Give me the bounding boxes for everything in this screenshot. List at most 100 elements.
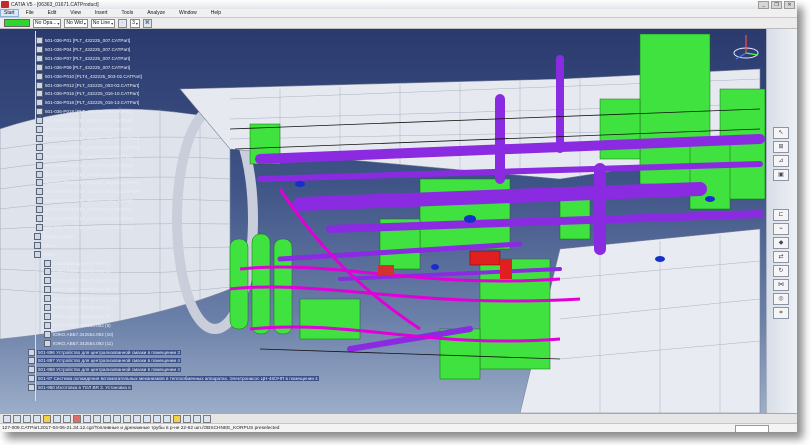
tree-node[interactable]: 501-036-P018 [PLT_432225_016.CATPart] xyxy=(36,108,133,116)
tree-node[interactable]: 501-97 Система охлаждения вспомогательны… xyxy=(28,375,319,383)
pan-icon[interactable] xyxy=(123,414,131,423)
swap-space-icon[interactable] xyxy=(203,414,211,423)
valve-icon[interactable]: ⋈ xyxy=(773,279,789,291)
tree-node[interactable]: 501-036-P019 [PLT_432225_016.CATPart] xyxy=(36,117,133,125)
render-style-icon[interactable] xyxy=(183,414,191,423)
part-node-icon xyxy=(44,286,51,294)
pipe-icon[interactable]: ⊏ xyxy=(773,209,789,221)
maximize-button[interactable]: ❐ xyxy=(771,1,782,9)
tree-node[interactable]: 501-036-P020 [PLT_432225_016.CATPart] xyxy=(36,126,133,133)
tree-node[interactable]: 501-036-P030 [PLT_432225_016.CATPart] xyxy=(36,215,133,222)
save-icon[interactable] xyxy=(23,414,31,423)
tree-node[interactable]: Notes xyxy=(34,250,55,258)
tree-node[interactable]: ЮЖО.АВБ7.342554.092 (10) xyxy=(44,330,113,338)
menu-tools[interactable]: Tools xyxy=(115,10,141,16)
tree-node[interactable]: 501-036-P029 [PLT_432225_016.CATPart] xyxy=(36,206,133,214)
compass-icon[interactable] xyxy=(731,33,761,63)
connect-icon[interactable]: ⇄ xyxy=(773,251,789,263)
views-icon[interactable] xyxy=(173,414,181,423)
open-icon[interactable] xyxy=(13,414,21,423)
menu-edit[interactable]: Edit xyxy=(41,10,64,16)
flow-icon[interactable]: ↻ xyxy=(773,265,789,277)
tree-node[interactable]: 501-036-P022 [PLT_432225_003-03.CATPart] xyxy=(36,143,139,151)
tree-node[interactable]: Views xyxy=(34,241,55,249)
fit-all-icon[interactable] xyxy=(113,414,121,423)
line-width-combo[interactable]: No Wid ▾ xyxy=(64,18,88,28)
tree-node[interactable]: ЮЖО.АВБ7.348035.081 (7) xyxy=(44,304,111,311)
tree-node[interactable]: 501-036-P027 [PLT_432225_003-03.CATPart] xyxy=(36,188,139,196)
tree-node[interactable]: 501-036-P025 [PLT_432225_016.CATPart] xyxy=(36,170,133,178)
close-button[interactable]: ✕ xyxy=(784,1,795,9)
painter-icon[interactable]: ⌘ xyxy=(142,18,152,28)
zoom-out-icon[interactable] xyxy=(153,414,161,423)
measure-icon[interactable]: ⊿ xyxy=(773,155,789,167)
tree-node[interactable]: ЮЖО.АВБ7.342554.092 (9) xyxy=(44,321,111,329)
whats-this-icon[interactable] xyxy=(93,414,101,423)
hide-show-icon[interactable] xyxy=(193,414,201,423)
tree-node[interactable]: 501-036-P04 [PLT_432225_007.CATPart] xyxy=(36,45,130,53)
fill-color-swatch[interactable] xyxy=(4,19,30,27)
tree-node[interactable]: 501-036-P015 [PLT_432225_016-10.CATPart] xyxy=(36,90,139,98)
tree-node[interactable]: Документация xyxy=(34,232,74,240)
point-symbol-icon[interactable]: · xyxy=(118,18,128,28)
part-node-icon xyxy=(36,90,43,98)
cut-icon[interactable] xyxy=(43,414,51,423)
tree-node[interactable]: 501-036-P024 [PLT_432225_016.CATPart] xyxy=(36,161,133,169)
tree-node[interactable]: 501-960 Изготовка в ТЕЛ ВЯ З. Установка … xyxy=(28,384,132,392)
tree-node[interactable]: ЮЖО.АВБ7.342554.092 (8) xyxy=(44,312,111,320)
line-type-combo[interactable]: No Line ▾ xyxy=(90,18,116,28)
minimize-button[interactable]: _ xyxy=(758,1,769,9)
tree-node[interactable]: 501-036-P016 [PLT_432225_016-13.CATPart] xyxy=(36,99,139,107)
tree-node[interactable]: ЮЖО.АВБ7.342554.092 (11) xyxy=(44,339,113,347)
menu-help[interactable]: Help xyxy=(204,10,228,16)
part-icon[interactable]: ◆ xyxy=(773,237,789,249)
tree-node[interactable]: 501-959 Устройство для централизованной … xyxy=(28,366,181,374)
tree-node[interactable]: Спецификация 501-959 (2) xyxy=(44,259,111,267)
section-icon[interactable]: ▣ xyxy=(773,169,789,181)
tree-node[interactable]: 501-896 Устройство для централизованной … xyxy=(28,348,181,356)
tree-node[interactable]: ЮЖО.АВБ7.348035.081 МЧ (6) xyxy=(44,295,119,303)
print-icon[interactable] xyxy=(33,414,41,423)
new-icon[interactable] xyxy=(3,414,11,423)
part-node-icon xyxy=(36,126,43,133)
layer-combo[interactable]: 3 ▾ xyxy=(130,18,140,28)
fly-icon[interactable] xyxy=(103,414,111,423)
snap-icon[interactable]: ⊞ xyxy=(773,141,789,153)
menu-insert[interactable]: Insert xyxy=(88,10,115,16)
3d-viewport[interactable]: 501-036-P01 [PLT_432225_007.CATPart] 501-… xyxy=(0,29,797,413)
analyze-icon[interactable]: ⌗ xyxy=(773,307,789,319)
paste-icon[interactable] xyxy=(63,414,71,423)
zoom-in-icon[interactable] xyxy=(143,414,151,423)
command-input[interactable] xyxy=(735,425,769,432)
insulation-icon[interactable]: ◎ xyxy=(773,293,789,305)
tree-node[interactable]: 501-036-P012 [PLT_432225_003-03.CATPart] xyxy=(36,81,139,89)
tree-node[interactable]: 501-036-P031 [PLT_432225_016.CATPart] xyxy=(36,223,133,231)
tree-node[interactable]: 501-036-P028 [PLT_432225_016.CATPart] xyxy=(36,197,133,205)
tree-node[interactable]: ЮЖО.АВБ7.348035.081 ПЭ (4) xyxy=(44,277,119,285)
menu-file[interactable]: File xyxy=(19,10,41,16)
undo-icon[interactable] xyxy=(73,414,81,423)
route-icon[interactable]: ⌁ xyxy=(773,223,789,235)
tree-node[interactable]: 501-897 Устройство для централизованной … xyxy=(28,357,181,365)
tree-node[interactable]: ЮЖО.АВБ7.348035.081 (3) xyxy=(44,268,111,276)
copy-icon[interactable] xyxy=(53,414,61,423)
part-node-icon xyxy=(36,99,43,107)
tree-node[interactable]: 501-036-P010 [PLT4_432225_003-02.CATPart… xyxy=(36,72,142,80)
tree-node[interactable]: 501-036-P021 [PLT_432225_003-03.CATPart] xyxy=(36,134,139,142)
transparency-combo[interactable]: No Opa... ▾ xyxy=(33,18,62,28)
tree-node[interactable]: 501-036-P09 [PLT_432225_007.CATPart] xyxy=(36,63,130,71)
tree-node[interactable]: 501-036-P07 [PLT_432225_007.CATPart] xyxy=(36,54,130,62)
menu-start[interactable]: Start xyxy=(0,9,19,17)
tree-node-label: Спецификация 501-959 (2) xyxy=(53,260,111,266)
rotate-icon[interactable] xyxy=(133,414,141,423)
normal-view-icon[interactable] xyxy=(163,414,171,423)
tree-node[interactable]: 501-036-P026 [PLT_432225_003-03.CATPart] xyxy=(36,179,139,187)
menu-analyze[interactable]: Analyze xyxy=(140,10,172,16)
tree-node[interactable]: ЮЖО.АВБ7.348035.081 СБ (5) xyxy=(44,286,118,294)
menu-view[interactable]: View xyxy=(63,10,88,16)
redo-icon[interactable] xyxy=(83,414,91,423)
tree-node[interactable]: 501-036-P023 [PLT_432225_016.CATPart] xyxy=(36,152,133,160)
tree-node[interactable]: 501-036-P01 [PLT_432225_007.CATPart] xyxy=(36,37,130,44)
select-icon[interactable]: ↖ xyxy=(773,127,789,139)
menu-window[interactable]: Window xyxy=(172,10,204,16)
